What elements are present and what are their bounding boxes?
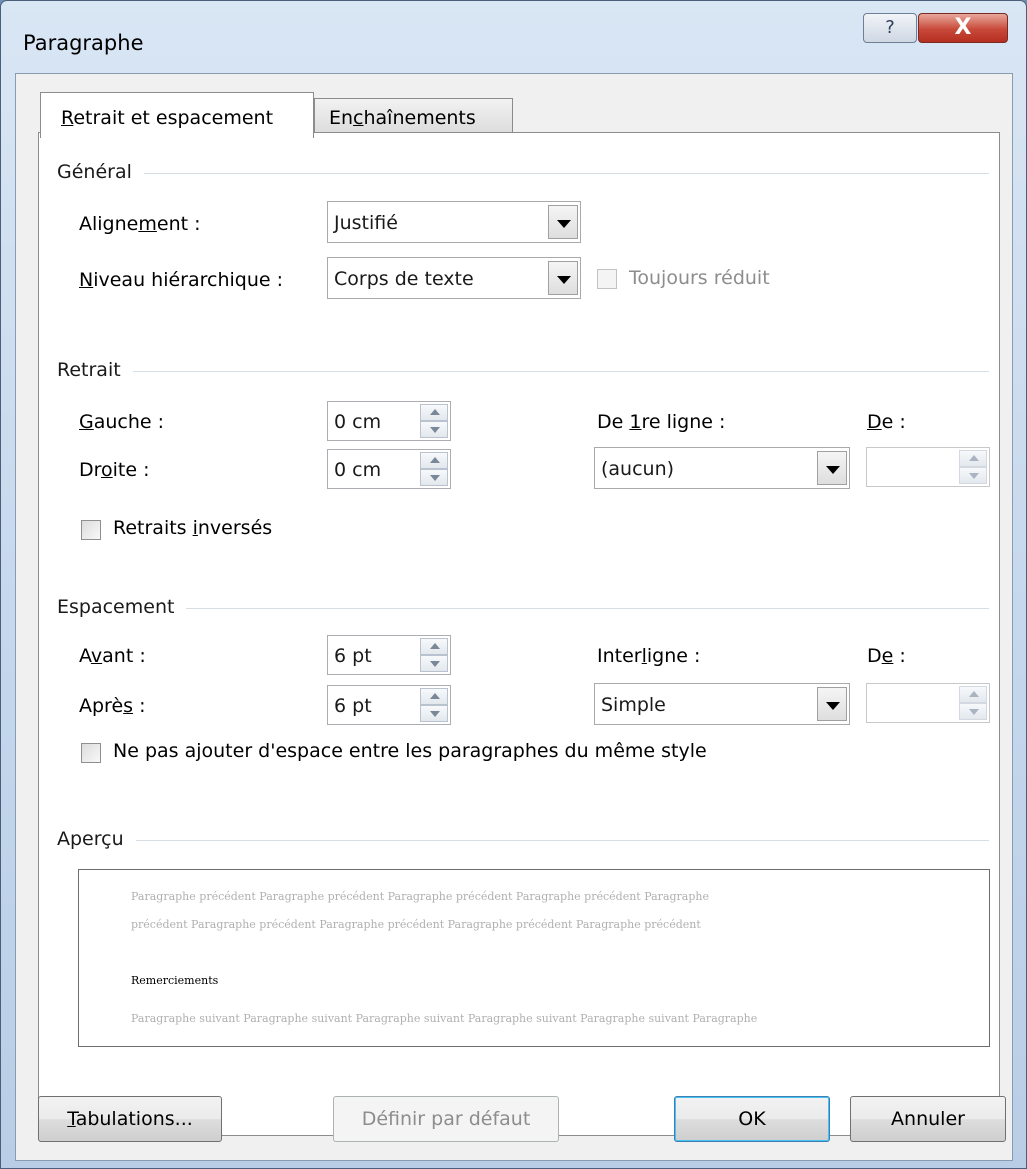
spacing-before-spinner[interactable]: 6 pt: [327, 635, 451, 675]
indent-right-value: 0 cm: [334, 459, 382, 481]
preview-heading: Aperçu: [57, 828, 136, 850]
indent-by-spinner[interactable]: [866, 447, 990, 487]
preview-previous-line: précédent Paragraphe précédent Paragraph…: [131, 918, 701, 931]
tab-label-mnemonic: c: [353, 107, 364, 129]
spin-up-icon[interactable]: [420, 452, 448, 469]
indent-left-label: Gauche :: [79, 411, 165, 433]
line-spacing-at-spinner[interactable]: [866, 683, 990, 723]
alignment-label: Alignement :: [79, 213, 201, 235]
indent-by-label: De :: [867, 411, 906, 433]
tab-label: En: [329, 107, 354, 129]
tabs-button[interactable]: Tabulations...: [38, 1096, 222, 1142]
spin-down-icon[interactable]: [420, 655, 448, 672]
help-icon: ?: [885, 17, 895, 38]
spin-up-icon[interactable]: [420, 688, 448, 705]
outline-level-label: Niveau hiérarchique :: [79, 269, 284, 291]
special-indent-select[interactable]: (aucun): [594, 447, 850, 489]
indent-right-label: Droite :: [79, 459, 150, 481]
indent-heading: Retrait: [57, 359, 133, 381]
title-bar[interactable]: Paragraphe ? X: [1, 1, 1026, 73]
spacing-before-value: 6 pt: [334, 645, 372, 667]
chevron-down-icon[interactable]: [817, 687, 847, 721]
chevron-down-icon[interactable]: [548, 261, 578, 295]
line-spacing-select[interactable]: Simple: [594, 683, 850, 725]
spacing-heading: Espacement: [57, 596, 187, 618]
tab-label-mnemonic: R: [61, 107, 74, 129]
dialog-body: Retrait et espacement Enchaînements Géné…: [15, 73, 1013, 1161]
spacing-before-label: Avant :: [79, 645, 146, 667]
spin-up-icon[interactable]: [420, 404, 448, 421]
spacing-after-label: Après :: [79, 695, 146, 717]
cancel-button[interactable]: Annuler: [850, 1096, 1006, 1142]
collapsed-label: Toujours réduit: [629, 267, 770, 289]
group-divider: [59, 840, 989, 841]
spin-down-icon[interactable]: [420, 469, 448, 486]
preview-box: Paragraphe précédent Paragraphe précéden…: [78, 869, 990, 1047]
dialog-title: Paragraphe: [23, 31, 144, 55]
spin-up-icon[interactable]: [420, 638, 448, 655]
spin-down-icon[interactable]: [420, 705, 448, 722]
set-default-button[interactable]: Définir par défaut: [333, 1096, 559, 1142]
group-divider: [59, 371, 989, 372]
group-divider: [59, 173, 989, 174]
help-button[interactable]: ?: [863, 13, 917, 43]
chevron-down-icon[interactable]: [548, 205, 578, 239]
tab-indent-spacing[interactable]: Retrait et espacement: [40, 92, 314, 138]
alignment-value: Justifié: [334, 212, 398, 234]
tab-label: haînements: [363, 107, 476, 129]
line-spacing-at-label: De :: [867, 645, 906, 667]
spacing-after-value: 6 pt: [334, 695, 372, 717]
tab-label: etrait et espacement: [73, 107, 274, 129]
preview-current-paragraph: Remerciements: [131, 974, 219, 987]
close-button[interactable]: X: [918, 13, 1008, 43]
mirror-indents-label: Retraits inversés: [113, 517, 273, 539]
paragraph-dialog: Paragraphe ? X Retrait et espacement Enc…: [0, 0, 1027, 1169]
spacing-after-spinner[interactable]: 6 pt: [327, 685, 451, 725]
collapsed-checkbox[interactable]: [597, 269, 617, 289]
no-space-same-style-checkbox[interactable]: [81, 743, 101, 763]
special-indent-value: (aucun): [601, 458, 675, 480]
mirror-indents-checkbox[interactable]: [81, 520, 101, 540]
preview-previous-line: Paragraphe précédent Paragraphe précéden…: [131, 890, 709, 903]
outline-level-select[interactable]: Corps de texte: [327, 257, 581, 299]
spin-up-icon[interactable]: [959, 686, 987, 703]
preview-next-line: Paragraphe suivant Paragraphe suivant Pa…: [131, 1012, 758, 1025]
alignment-select[interactable]: Justifié: [327, 201, 581, 243]
indent-left-spinner[interactable]: 0 cm: [327, 401, 451, 441]
line-spacing-value: Simple: [601, 694, 666, 716]
spin-down-icon[interactable]: [959, 467, 987, 484]
general-heading: Général: [57, 161, 144, 183]
no-space-same-style-label: Ne pas ajouter d'espace entre les paragr…: [113, 740, 707, 762]
chevron-down-icon[interactable]: [817, 451, 847, 485]
spin-down-icon[interactable]: [420, 421, 448, 438]
special-indent-label: De 1re ligne :: [597, 411, 726, 433]
indent-left-value: 0 cm: [334, 411, 382, 433]
spin-up-icon[interactable]: [959, 450, 987, 467]
close-icon: X: [954, 15, 972, 40]
line-spacing-label: Interligne :: [597, 645, 701, 667]
group-divider: [59, 608, 989, 609]
indent-right-spinner[interactable]: 0 cm: [327, 449, 451, 489]
tab-line-page-breaks[interactable]: Enchaînements: [314, 98, 513, 134]
outline-level-value: Corps de texte: [334, 268, 474, 290]
spin-down-icon[interactable]: [959, 703, 987, 720]
ok-button[interactable]: OK: [674, 1096, 830, 1142]
